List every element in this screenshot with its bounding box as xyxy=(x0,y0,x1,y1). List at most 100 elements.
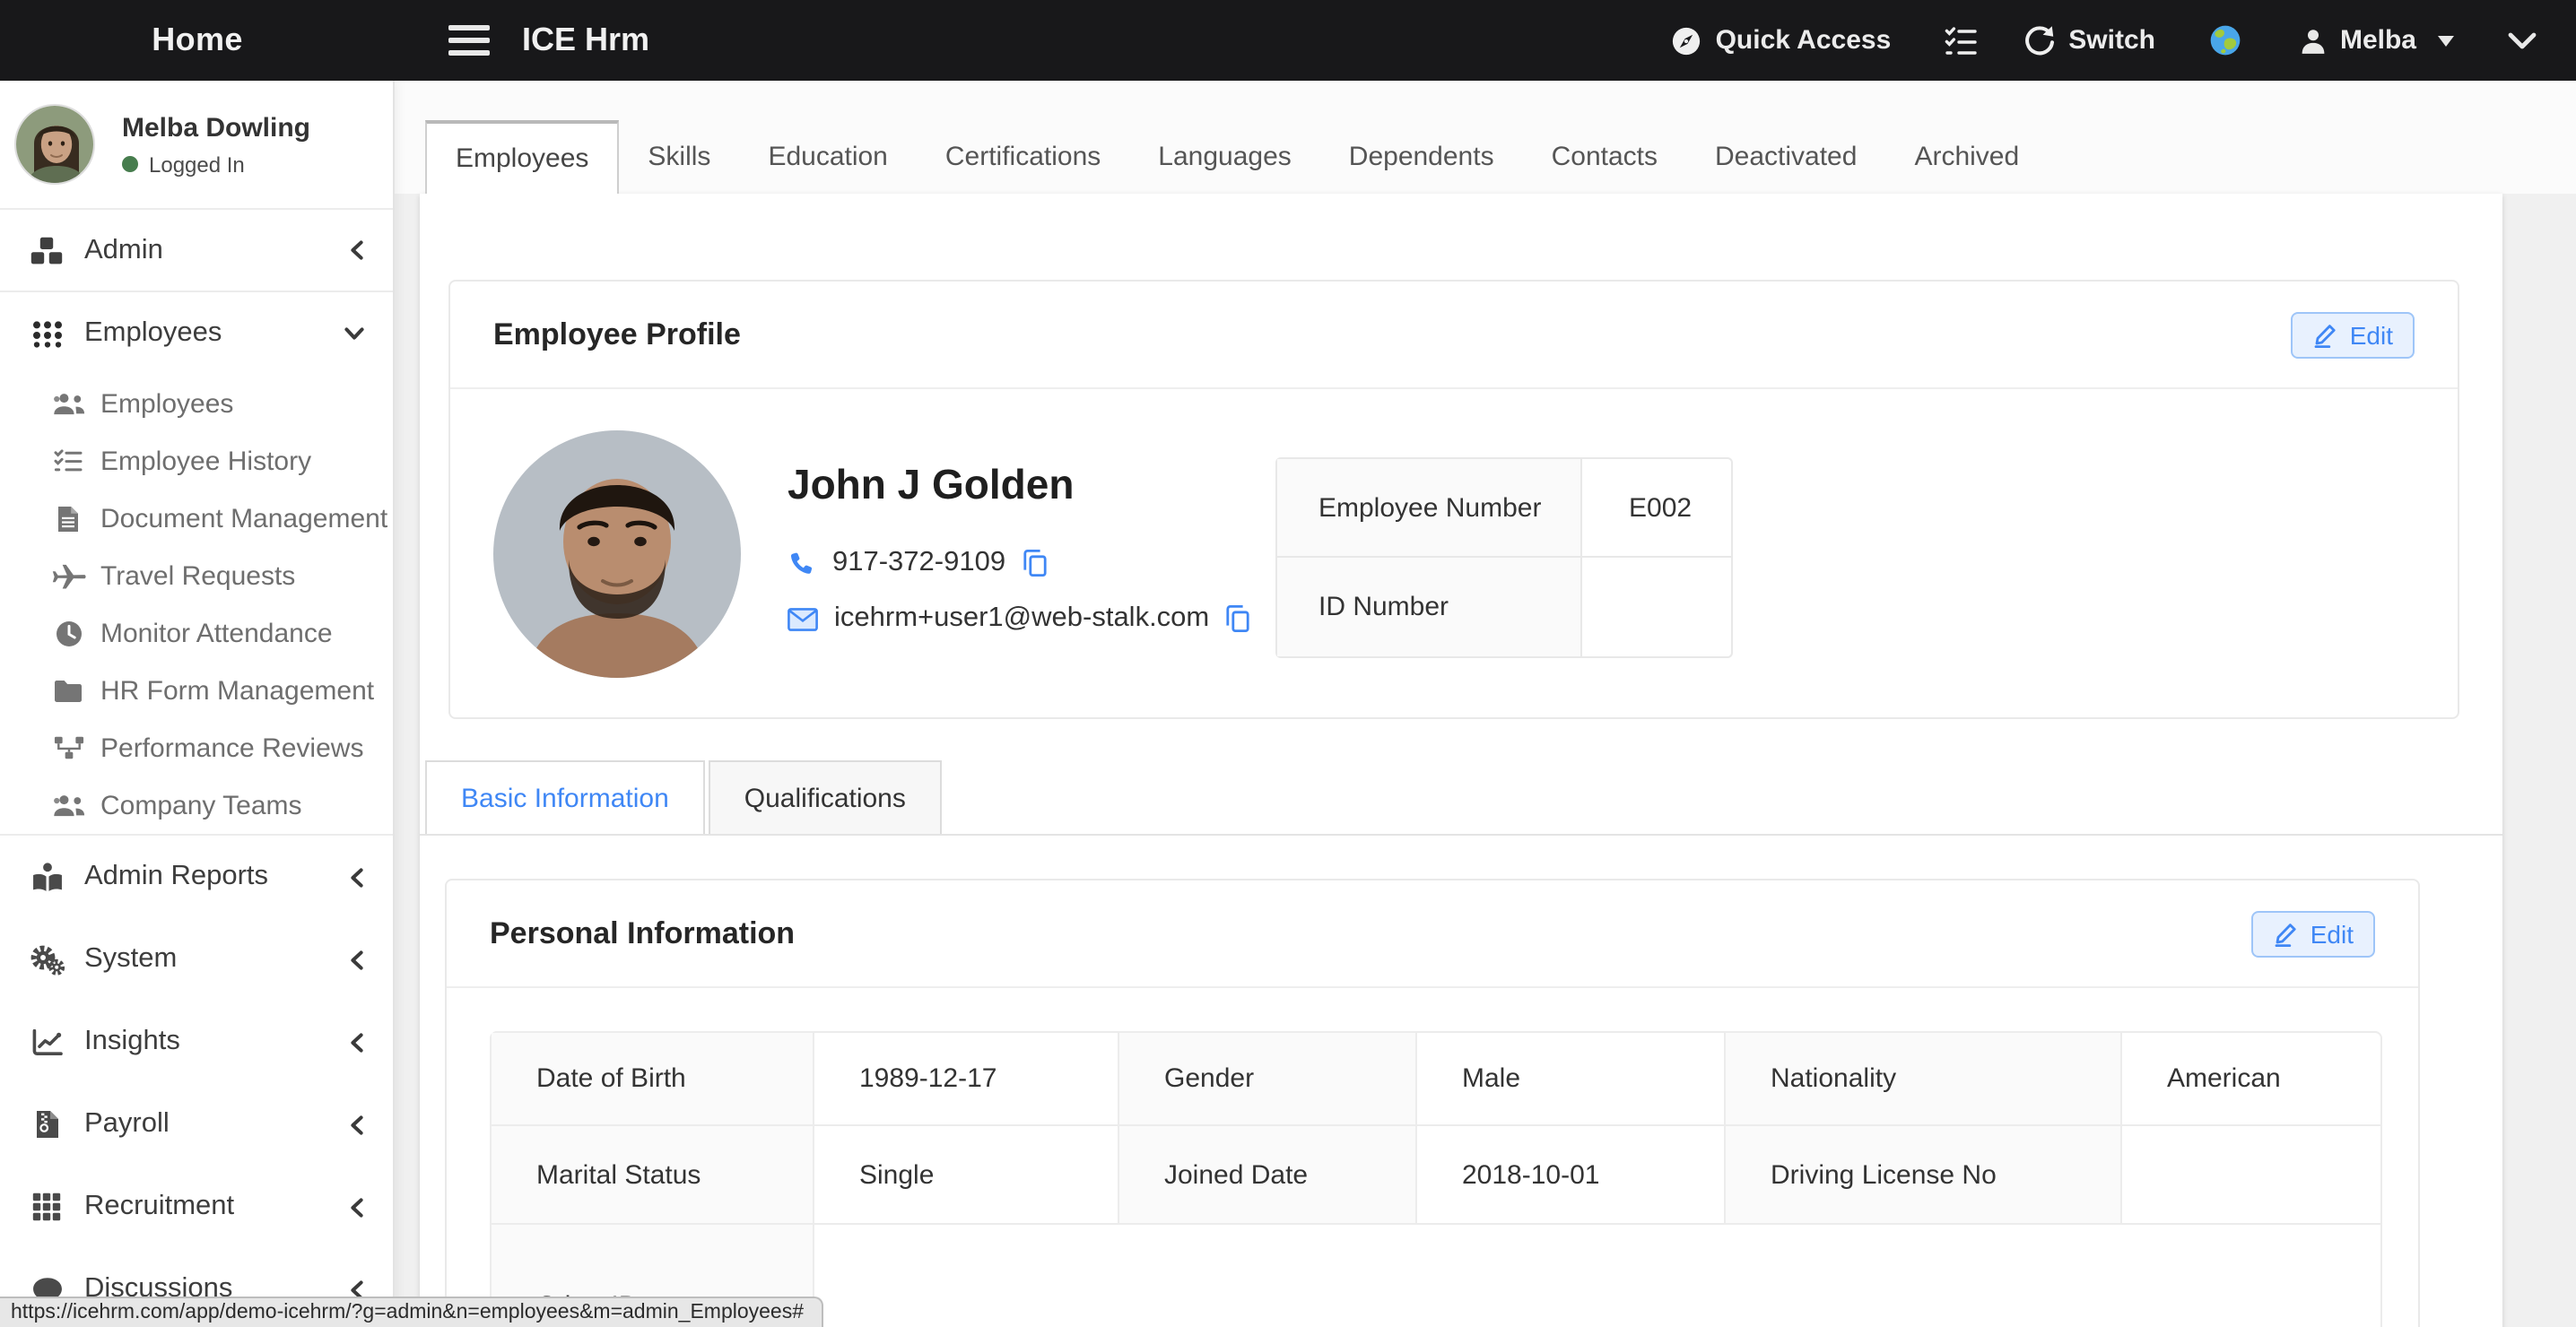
sidebar: Melba Dowling Logged In Admin Employees xyxy=(0,81,395,1327)
employee-email[interactable]: icehrm+user1@web-stalk.com xyxy=(834,603,1209,635)
table-row: Date of Birth 1989-12-17 Gender Male Nat… xyxy=(492,1033,2380,1126)
chevron-down-icon xyxy=(344,326,364,341)
tab-education[interactable]: Education xyxy=(739,120,916,194)
field-value: American xyxy=(2122,1033,2380,1126)
sidebar-item-admin-reports[interactable]: Admin Reports xyxy=(0,836,393,918)
grid-dots-icon xyxy=(25,320,68,347)
sidebar-subitem-employee-history[interactable]: Employee History xyxy=(0,432,393,490)
caret-down-icon xyxy=(2438,35,2454,46)
cubes-icon xyxy=(25,236,68,265)
sidebar-subitem-label: Document Management xyxy=(100,503,387,533)
table-row: Marital Status Single Joined Date 2018-1… xyxy=(492,1126,2380,1225)
sidebar-item-label: Admin xyxy=(84,234,163,266)
tab-dependents[interactable]: Dependents xyxy=(1320,120,1523,194)
employee-name: John J Golden xyxy=(788,459,1275,509)
field-label: Date of Birth xyxy=(492,1033,814,1126)
edit-pencil-icon xyxy=(2312,322,2337,347)
copy-icon[interactable] xyxy=(1225,604,1250,633)
sidebar-subitem-performance-reviews[interactable]: Performance Reviews xyxy=(0,719,393,776)
chevron-left-icon xyxy=(350,1032,364,1052)
sidebar-user-info: Melba Dowling Logged In xyxy=(122,112,310,177)
table-row: ID Number xyxy=(1277,558,1731,656)
sidebar-subitem-travel-requests[interactable]: Travel Requests xyxy=(0,547,393,604)
copy-icon[interactable] xyxy=(1022,549,1047,577)
hamburger-menu-icon[interactable] xyxy=(448,25,490,56)
sidebar-subitem-monitor-attendance[interactable]: Monitor Attendance xyxy=(0,604,393,662)
sidebar-item-label: Recruitment xyxy=(84,1191,234,1223)
chart-line-icon xyxy=(25,1028,68,1055)
employee-id-table: Employee Number E002 ID Number xyxy=(1275,457,1733,658)
sidebar-item-label: Payroll xyxy=(84,1108,170,1141)
checklist-icon xyxy=(1945,25,1977,56)
brand-title: ICE Hrm xyxy=(522,22,649,59)
tab-archived[interactable]: Archived xyxy=(1885,120,2048,194)
chevron-left-icon xyxy=(350,240,364,260)
chevron-left-icon xyxy=(350,950,364,969)
document-icon xyxy=(48,505,88,532)
sidebar-item-insights[interactable]: Insights xyxy=(0,1001,393,1083)
user-icon xyxy=(2301,26,2328,55)
gears-icon xyxy=(25,944,68,975)
collapse-topbar-button[interactable] xyxy=(2508,31,2537,49)
status-label: Logged In xyxy=(149,152,245,177)
sidebar-subitem-label: Employee History xyxy=(100,446,311,476)
switch-label: Switch xyxy=(2068,25,2155,56)
tasks-button[interactable] xyxy=(1945,25,1977,56)
sidebar-subitem-employees[interactable]: Employees xyxy=(0,375,393,432)
sidebar-item-system[interactable]: System xyxy=(0,918,393,1001)
module-tabs: Employees Skills Education Certification… xyxy=(395,81,2576,194)
grid-squares-icon xyxy=(25,1193,68,1221)
section-title: Personal Information xyxy=(490,915,795,951)
sidebar-item-admin[interactable]: Admin xyxy=(0,210,393,292)
email-row: icehrm+user1@web-stalk.com xyxy=(788,603,1275,635)
tab-employees[interactable]: Employees xyxy=(425,120,619,194)
sidebar-subitem-label: Travel Requests xyxy=(100,560,295,591)
sidebar-item-label: Insights xyxy=(84,1026,180,1058)
employee-phone[interactable]: 917-372-9109 xyxy=(832,547,1005,579)
globe-icon xyxy=(2209,23,2243,57)
chevron-down-icon xyxy=(2508,31,2537,49)
switch-button[interactable]: Switch xyxy=(2023,24,2155,56)
personal-information-header: Personal Information Edit xyxy=(447,880,2418,988)
sidebar-item-label: System xyxy=(84,943,177,976)
chevron-left-icon xyxy=(350,1115,364,1134)
field-value: Male xyxy=(1417,1033,1726,1126)
tab-languages[interactable]: Languages xyxy=(1129,120,1320,194)
language-globe-button[interactable] xyxy=(2209,23,2243,57)
topbar: Home ICE Hrm Quick Access Switch xyxy=(0,0,2576,81)
user-status: Logged In xyxy=(122,152,310,177)
sidebar-item-employees-group[interactable]: Employees xyxy=(0,292,393,375)
tab-contacts[interactable]: Contacts xyxy=(1523,120,1686,194)
status-dot-icon xyxy=(122,156,138,172)
quick-access-label: Quick Access xyxy=(1716,25,1892,56)
sidebar-subitem-label: Company Teams xyxy=(100,790,302,820)
tab-certifications[interactable]: Certifications xyxy=(917,120,1129,194)
sidebar-item-label: Admin Reports xyxy=(84,861,268,893)
quick-access-button[interactable]: Quick Access xyxy=(1671,24,1892,56)
user-menu[interactable]: Melba xyxy=(2301,25,2454,56)
chevron-left-icon xyxy=(350,867,364,887)
home-link[interactable]: Home xyxy=(0,22,395,59)
edit-profile-button[interactable]: Edit xyxy=(2291,311,2415,358)
subtab-qualifications[interactable]: Qualifications xyxy=(709,760,942,834)
clock-icon xyxy=(48,620,88,646)
edit-personal-information-button[interactable]: Edit xyxy=(2251,910,2375,957)
sidebar-item-label: Employees xyxy=(84,317,222,350)
checklist-icon xyxy=(48,448,88,473)
sidebar-subitem-label: HR Form Management xyxy=(100,675,374,706)
sidebar-item-recruitment[interactable]: Recruitment xyxy=(0,1166,393,1248)
envelope-icon xyxy=(788,607,818,630)
sidebar-item-payroll[interactable]: Payroll xyxy=(0,1083,393,1166)
field-value: E002 xyxy=(1582,459,1731,558)
subtab-basic-information[interactable]: Basic Information xyxy=(425,760,705,834)
tab-skills[interactable]: Skills xyxy=(619,120,739,194)
tab-deactivated[interactable]: Deactivated xyxy=(1686,120,1885,194)
sidebar-subitem-hr-form-management[interactable]: HR Form Management xyxy=(0,662,393,719)
field-label: Marital Status xyxy=(492,1126,814,1225)
sidebar-subitem-document-management[interactable]: Document Management xyxy=(0,490,393,547)
personal-information-card: Personal Information Edit Date of Birth xyxy=(445,879,2420,1327)
section-title: Employee Profile xyxy=(493,317,741,352)
sidebar-subitem-company-teams[interactable]: Company Teams xyxy=(0,776,393,834)
field-value: Single xyxy=(814,1126,1119,1225)
employee-profile-body: John J Golden 917-372-9109 xyxy=(450,389,2458,717)
